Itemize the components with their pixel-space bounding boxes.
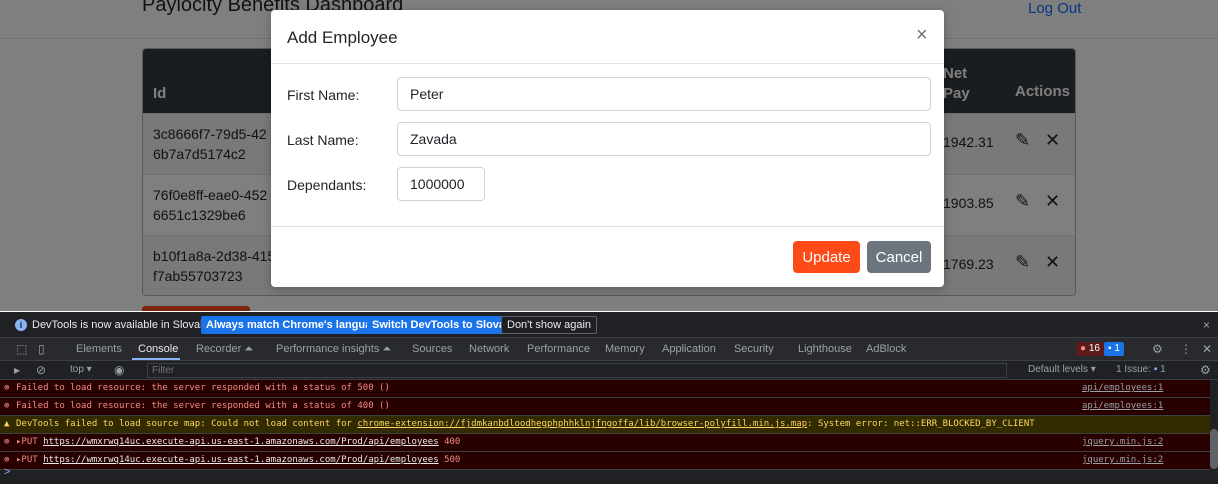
tab-performance[interactable]: Performance [527,343,590,355]
sidebar-toggle-icon[interactable]: ▸ [14,363,20,377]
tab-performance-insights[interactable]: Performance insights ⏶ [276,343,391,356]
log-source-link[interactable]: api/employees:1 [1082,380,1163,397]
device-toolbar-icon[interactable]: ▯ [38,342,45,356]
infobar-message: DevTools is now available in Slovak! [32,319,209,331]
tab-security[interactable]: Security [734,343,774,355]
clear-console-icon[interactable]: ⊘ [36,363,46,377]
live-expression-eye-icon[interactable]: ◉ [114,363,124,377]
console-log-row: ⊗ Failed to load resource: the server re… [0,380,1210,398]
log-url-link[interactable]: chrome-extension://fjdmkanbdloodhegphphh… [357,419,807,429]
tab-lighthouse[interactable]: Lighthouse [798,343,852,355]
dependants-field[interactable] [397,167,485,201]
console-settings-gear-icon[interactable]: ⚙ [1200,363,1211,377]
error-icon: ⊗ [4,437,10,447]
tab-network[interactable]: Network [469,343,509,355]
context-selector[interactable]: top ▾ [70,364,92,375]
log-source-link[interactable]: jquery.min.js:2 [1082,434,1163,451]
tab-adblock[interactable]: AdBlock [866,343,906,355]
console-log-row: ⊗ ▸PUT https://wmxrwq14uc.execute-api.us… [0,434,1210,452]
tab-application[interactable]: Application [662,343,716,355]
close-devtools-icon[interactable]: ✕ [1202,342,1212,356]
console-filterbar: ▸ ⊘ top ▾ ◉ Default levels ▾ 1 Issue: ▪ … [0,361,1218,380]
dont-show-again-button[interactable]: Don't show again [501,316,598,334]
console-log-row: ⊗ ▸PUT https://wmxrwq14uc.execute-api.us… [0,452,1210,470]
error-icon: ⊗ [4,383,10,393]
more-options-icon[interactable]: ⋮ [1180,342,1192,356]
tab-recorder[interactable]: Recorder ⏶ [196,343,253,356]
log-url-link[interactable]: https://wmxrwq14uc.execute-api.us-east-1… [43,437,439,447]
warning-icon: ▲ [4,419,10,429]
update-button[interactable]: Update [793,241,860,273]
modal-footer-divider [271,226,944,227]
tab-memory[interactable]: Memory [605,343,645,355]
filter-input[interactable] [147,363,1007,378]
tab-elements[interactable]: Elements [76,343,122,355]
devtools-tabbar: ⬚ ▯ Elements Console Recorder ⏶ Performa… [0,338,1218,361]
issues-counter[interactable]: 1 Issue: ▪ 1 [1116,364,1166,375]
language-infobar: i DevTools is now available in Slovak! A… [0,312,1218,338]
log-source-link[interactable]: jquery.min.js:2 [1082,452,1163,469]
info-icon: i [15,319,27,331]
add-employee-modal: Add Employee × First Name: Last Name: De… [271,10,944,287]
cancel-button[interactable]: Cancel [867,241,931,273]
last-name-label: Last Name: [287,132,359,148]
console-log-row: ⊗ Failed to load resource: the server re… [0,398,1210,416]
log-url-link[interactable]: https://wmxrwq14uc.execute-api.us-east-1… [43,455,439,465]
tab-sources[interactable]: Sources [412,343,452,355]
switch-to-slovak-button[interactable]: Switch DevTools to Slovak [367,316,517,334]
always-match-language-button[interactable]: Always match Chrome's language [201,316,390,334]
modal-header: Add Employee × [271,10,944,64]
close-icon[interactable]: × [1203,318,1210,332]
error-count-badge[interactable]: ● 16 [1076,342,1104,356]
last-name-field[interactable] [397,122,931,156]
close-icon[interactable]: × [916,24,928,47]
console-scrollbar[interactable] [1210,429,1218,469]
console-prompt[interactable]: > [4,466,10,478]
first-name-label: First Name: [287,87,360,103]
log-levels-dropdown[interactable]: Default levels ▾ [1028,364,1096,375]
first-name-field[interactable] [397,77,931,111]
modal-title: Add Employee [287,28,398,47]
devtools-panel: i DevTools is now available in Slovak! A… [0,312,1218,484]
active-tab-indicator [132,358,180,360]
tab-console[interactable]: Console [138,343,178,355]
message-count-badge[interactable]: ▪ 1 [1104,342,1124,356]
error-icon: ⊗ [4,401,10,411]
dependants-label: Dependants: [287,177,367,193]
console-log-row: ▲ DevTools failed to load source map: Co… [0,416,1210,434]
settings-gear-icon[interactable]: ⚙ [1152,342,1163,356]
log-source-link[interactable]: api/employees:1 [1082,398,1163,415]
inspect-element-icon[interactable]: ⬚ [16,342,27,356]
